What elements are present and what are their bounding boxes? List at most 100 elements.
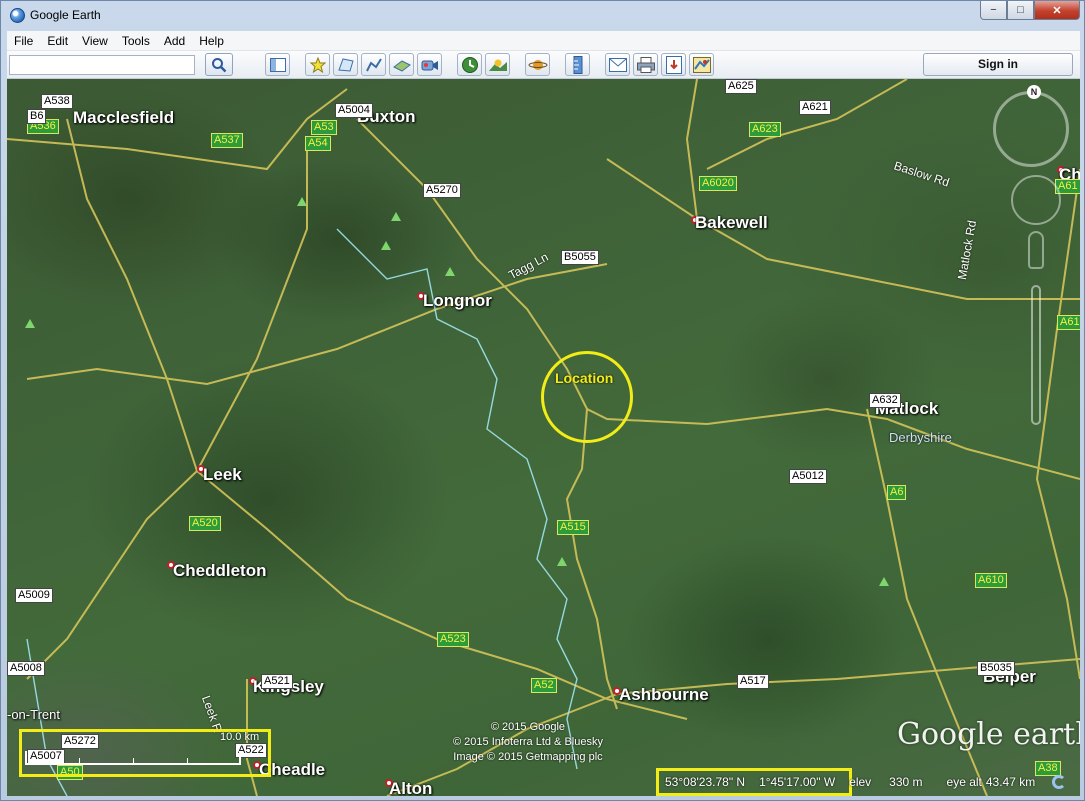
peak-marker [297, 197, 307, 206]
ruler-icon [573, 55, 582, 74]
place-longnor[interactable]: Longnor [423, 291, 492, 311]
record-tour-button[interactable] [417, 53, 442, 76]
historical-imagery-icon [461, 56, 478, 73]
road-label: A521 [261, 674, 293, 689]
road-label: A517 [737, 674, 769, 689]
search-icon [212, 57, 227, 72]
minimize-button[interactable]: − [980, 1, 1007, 20]
streaming-progress-icon [1052, 775, 1066, 789]
place-ashbourne[interactable]: Ashbourne [619, 685, 709, 705]
add-placemark-button[interactable] [305, 53, 330, 76]
road-label: B5055 [561, 250, 599, 265]
toggle-sidebar-button[interactable] [265, 53, 290, 76]
placemark-icon [309, 56, 326, 73]
road-label: B5035 [977, 661, 1015, 676]
menu-help[interactable]: Help [192, 31, 231, 51]
sidebar-icon [269, 57, 286, 72]
peak-marker [879, 577, 889, 586]
search-button[interactable] [205, 53, 233, 76]
compass-north-button[interactable]: N [1027, 85, 1041, 99]
road-label: A5012 [789, 469, 827, 484]
road-label: A6020 [699, 176, 737, 191]
add-polygon-button[interactable] [333, 53, 358, 76]
record-tour-icon [421, 60, 438, 70]
add-image-overlay-button[interactable] [389, 53, 414, 76]
road-label: A5270 [423, 183, 461, 198]
save-image-icon [665, 55, 682, 74]
peak-marker [381, 241, 391, 250]
historical-imagery-button[interactable] [457, 53, 482, 76]
ruler-button[interactable] [565, 53, 590, 76]
email-icon [608, 57, 627, 72]
search-input[interactable] [9, 55, 195, 75]
scale-tick [133, 758, 134, 765]
road-label: A523 [437, 632, 469, 647]
sunlight-icon [488, 59, 507, 71]
sunlight-button[interactable] [485, 53, 510, 76]
road-label: A38 [1035, 761, 1061, 776]
zoom-slider[interactable] [1031, 285, 1041, 425]
title-bar[interactable]: Google Earth − □ ✕ [1, 1, 1085, 31]
place-alton[interactable]: Alton [389, 779, 432, 796]
road-label: B6 [27, 109, 47, 124]
status-elevation: 330 m [889, 775, 923, 789]
street-view-pegman-icon[interactable] [1028, 231, 1044, 269]
place-cheddleton[interactable]: Cheddleton [173, 561, 267, 581]
road-label: A6 [887, 485, 907, 500]
status-eye-altitude: 43.47 km [985, 775, 1036, 789]
status-eye-alt-label: eye alt [946, 775, 982, 789]
print-icon [636, 56, 655, 73]
close-button[interactable]: ✕ [1034, 1, 1080, 20]
navigation-compass-ring[interactable] [993, 91, 1069, 167]
location-label: Location [555, 370, 614, 386]
menu-tools[interactable]: Tools [115, 31, 157, 51]
place-bakewell[interactable]: Bakewell [695, 213, 768, 233]
status-longitude: 1°45'17.00" W [759, 775, 836, 789]
google-earth-window: Google Earth − □ ✕ File Edit View Tools … [0, 0, 1085, 801]
copyright-line: © 2015 Infoterra Ltd & Bluesky [453, 736, 603, 748]
road-label: A515 [557, 520, 589, 535]
road-label: A520 [189, 516, 221, 531]
image-overlay-icon [392, 59, 411, 72]
place-macclesfield[interactable]: Macclesfield [73, 108, 174, 128]
peak-marker [557, 557, 567, 566]
road-label: A623 [749, 122, 781, 137]
toolbar: Sign in [7, 51, 1080, 79]
copyright-line: Image © 2015 Getmapping plc [453, 751, 603, 763]
status-latitude: 53°08'23.78" N [665, 775, 746, 789]
menu-file[interactable]: File [7, 31, 40, 51]
place-leek[interactable]: Leek [203, 465, 242, 485]
road-label: A537 [211, 133, 243, 148]
road-label: A5004 [335, 103, 373, 118]
switch-planet-button[interactable] [525, 53, 550, 76]
menu-view[interactable]: View [75, 31, 115, 51]
print-button[interactable] [633, 53, 658, 76]
scale-tick [79, 758, 80, 765]
maximize-button[interactable]: □ [1007, 1, 1034, 20]
polygon-icon [337, 57, 354, 72]
menu-bar: File Edit View Tools Add Help [7, 31, 1080, 51]
copyright-line: © 2015 Google [490, 721, 566, 733]
imagery-copyright: © 2015 Google © 2015 Infoterra Ltd & Blu… [453, 720, 603, 765]
road-label: A625 [725, 79, 757, 94]
email-button[interactable] [605, 53, 630, 76]
map-view[interactable]: Macclesfield Buxton Bakewell Longnor Mat… [7, 79, 1080, 796]
menu-edit[interactable]: Edit [40, 31, 75, 51]
region-derbyshire: Derbyshire [889, 430, 952, 445]
road-label: A538 [41, 94, 73, 109]
road-label: A54 [305, 136, 331, 151]
scale-legend-label: 10.0 km [220, 731, 260, 743]
road-label: A52 [531, 678, 557, 693]
place-on-trent[interactable]: -on-Trent [7, 707, 60, 722]
look-joystick[interactable] [1011, 175, 1061, 225]
location-highlight-circle [541, 351, 633, 443]
status-elev-label: elev [849, 775, 872, 789]
road-label: A5008 [7, 661, 45, 676]
menu-add[interactable]: Add [157, 31, 192, 51]
save-image-button[interactable] [661, 53, 686, 76]
status-bar: 53°08'23.78" N 1°45'17.00" W elev 330 m eye … [665, 775, 1049, 789]
sign-in-button[interactable]: Sign in [923, 53, 1073, 76]
google-earth-app-icon [10, 8, 25, 23]
add-path-button[interactable] [361, 53, 386, 76]
view-in-maps-button[interactable] [689, 53, 714, 76]
